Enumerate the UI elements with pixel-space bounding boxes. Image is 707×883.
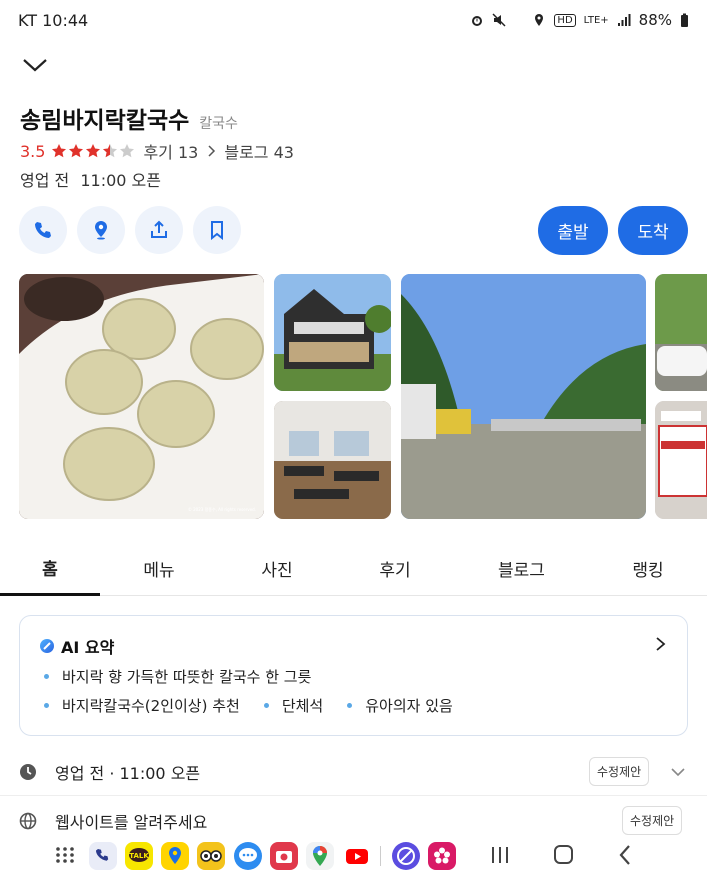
ai-summary-text: 바지락 향 가득한 따뜻한 칼국수 한 그릇 xyxy=(62,668,312,686)
youtube-app-icon[interactable] xyxy=(343,842,371,870)
tab-photos[interactable]: 사진 xyxy=(218,541,336,596)
action-buttons xyxy=(19,206,241,254)
app-grid-icon[interactable] xyxy=(52,844,78,866)
tab-blog[interactable]: 블로그 xyxy=(454,541,589,596)
place-name: 송림바지락칼국수 xyxy=(20,108,190,134)
taskbar-divider xyxy=(380,846,381,866)
call-button[interactable] xyxy=(19,206,67,254)
tab-bar: 홈 메뉴 사진 후기 블로그 랭킹 xyxy=(0,541,707,596)
star-half-icon xyxy=(102,143,118,159)
chevron-right-icon xyxy=(208,142,216,161)
battery-icon xyxy=(680,13,689,27)
star-icon xyxy=(85,143,101,159)
ai-keyword: 바지락칼국수(2인이상) 추천 xyxy=(62,697,240,715)
photo-watermark: © 2023 정종수, All rights reserved. xyxy=(187,507,256,512)
save-place-button[interactable] xyxy=(77,206,125,254)
hd-indicator: HD xyxy=(554,13,576,27)
photo-dumplings[interactable]: © 2023 정종수, All rights reserved. xyxy=(19,274,264,519)
ai-keyword: 단체석 xyxy=(281,697,324,715)
status-bar: KT 10:44 HD LTE+ 88% xyxy=(0,0,707,40)
ai-summary-keywords: 바지락칼국수(2인이상) 추천 단체석 유아의자 있음 xyxy=(44,695,453,716)
photo-parking-lot[interactable] xyxy=(401,274,646,519)
photo-signboard[interactable] xyxy=(655,401,707,519)
kakaotalk-app-icon[interactable]: TALK xyxy=(125,842,153,870)
chevron-right-icon[interactable] xyxy=(655,636,667,652)
recent-apps-icon[interactable] xyxy=(487,844,513,866)
mute-icon xyxy=(492,13,506,27)
network-indicator: LTE+ xyxy=(583,14,609,26)
tab-reviews[interactable]: 후기 xyxy=(336,541,454,596)
ai-summary-header: AI 요약 xyxy=(39,634,114,658)
blogs-link[interactable]: 블로그 43 xyxy=(224,139,294,163)
google-maps-app-icon[interactable] xyxy=(306,842,334,870)
carrier-time: KT 10:44 xyxy=(18,10,89,30)
back-icon[interactable] xyxy=(613,844,639,866)
map-pin-icon xyxy=(95,221,107,240)
hours-text: 영업 전 · 11:00 오픈 xyxy=(55,764,201,783)
camera-app-icon[interactable] xyxy=(270,842,298,870)
edit-suggest-button[interactable]: 수정제안 xyxy=(589,757,650,786)
chevron-down-icon[interactable] xyxy=(670,763,686,782)
battery-level: 88% xyxy=(638,11,672,29)
bookmark-button[interactable] xyxy=(193,206,241,254)
location-icon xyxy=(532,13,546,27)
star-empty-icon xyxy=(119,143,135,159)
tab-ranking[interactable]: 랭킹 xyxy=(589,541,707,596)
place-category: 칼국수 xyxy=(199,116,238,132)
star-icon xyxy=(68,143,84,159)
photo-car[interactable] xyxy=(655,274,707,391)
tab-home[interactable]: 홈 xyxy=(0,541,100,596)
home-icon[interactable] xyxy=(550,844,576,866)
website-text: 웹사이트를 알려주세요 xyxy=(55,813,208,832)
collapse-chevron-icon[interactable] xyxy=(22,55,48,75)
tripadvisor-app-icon[interactable] xyxy=(197,842,225,870)
edit-suggest-button[interactable]: 수정제안 xyxy=(622,806,683,835)
reviews-link[interactable]: 후기 13 xyxy=(143,139,198,163)
messages-app-icon[interactable] xyxy=(234,842,262,870)
share-button[interactable] xyxy=(135,206,183,254)
flower-app-icon[interactable] xyxy=(428,842,456,870)
clock-icon xyxy=(19,763,37,781)
kakaomap-app-icon[interactable] xyxy=(161,842,189,870)
svg-text:TALK: TALK xyxy=(129,852,149,860)
hours-summary: 영업 전 11:00 오픈 xyxy=(20,167,161,191)
rating-score: 3.5 xyxy=(20,141,46,161)
ai-keyword: 유아의자 있음 xyxy=(365,697,453,715)
business-status: 영업 전 xyxy=(20,171,70,190)
ai-summary-line: 바지락 향 가득한 따뜻한 칼국수 한 그릇 xyxy=(44,666,311,687)
rating-stars xyxy=(51,143,135,159)
place-header: 송림바지락칼국수 칼국수 xyxy=(20,101,238,135)
share-icon xyxy=(151,220,167,238)
divider xyxy=(0,795,707,796)
bookmark-icon xyxy=(211,221,223,240)
phone-app-icon[interactable] xyxy=(89,842,117,870)
ai-sparkle-icon xyxy=(39,638,55,654)
phone-icon xyxy=(35,222,51,238)
internet-app-icon[interactable] xyxy=(392,842,420,870)
photo-interior[interactable] xyxy=(274,401,391,519)
website-row[interactable]: 웹사이트를 알려주세요 xyxy=(19,809,689,833)
ai-summary-title: AI 요약 xyxy=(61,638,115,657)
tab-menu[interactable]: 메뉴 xyxy=(100,541,218,596)
alarm-icon xyxy=(470,13,484,27)
signal-icon xyxy=(617,13,631,27)
arrive-button[interactable]: 도착 xyxy=(618,206,688,255)
globe-icon xyxy=(19,812,37,830)
rating-row: 3.5 후기 13 블로그 43 xyxy=(20,139,294,163)
photo-exterior[interactable] xyxy=(274,274,391,391)
open-time: 11:00 오픈 xyxy=(80,171,161,190)
depart-button[interactable]: 출발 xyxy=(538,206,608,255)
ai-summary-card[interactable]: AI 요약 바지락 향 가득한 따뜻한 칼국수 한 그릇 바지락칼국수(2인이상… xyxy=(19,615,688,736)
star-icon xyxy=(51,143,67,159)
